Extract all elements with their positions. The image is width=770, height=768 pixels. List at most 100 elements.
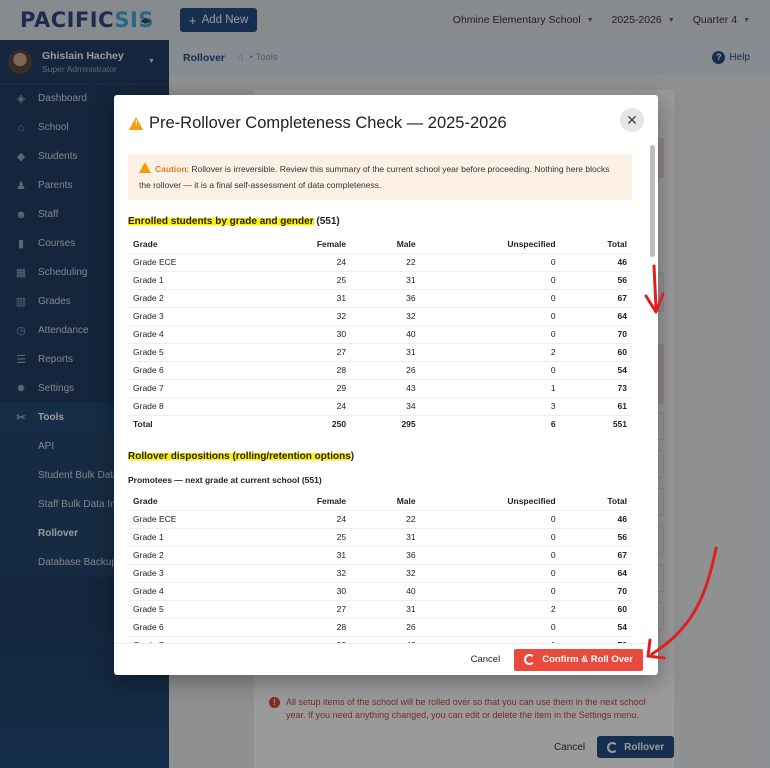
table-row: Grade 5 27 31 2 60 [128,342,632,361]
table-cell: 0 [420,252,561,271]
table-cell: 1 [420,378,561,397]
table-cell: 32 [351,563,421,582]
table-row: Grade 4 30 40 0 70 [128,324,632,343]
table-cell: 0 [420,509,561,528]
table-cell: 22 [351,252,421,271]
table-row: Grade 8 24 34 3 61 [128,396,632,415]
table-cell: 0 [420,581,561,600]
table-cell: Grade 3 [128,306,257,325]
confirm-roll-over-button[interactable]: Confirm & Roll Over [514,648,643,671]
table-cell: 67 [560,288,632,307]
modal-scrollbar[interactable] [650,145,655,257]
table-cell: 0 [420,563,561,582]
cancel-button[interactable]: Cancel [471,654,501,665]
table-cell: 34 [351,396,421,415]
column-header: Grade [133,238,158,249]
table-cell: 60 [560,599,632,618]
column-header: Unspecified [507,495,556,506]
table-cell: Grade 2 [128,545,257,564]
table-cell: Grade 6 [128,617,257,636]
table-cell: 54 [560,617,632,636]
table-cell: 31 [351,342,421,361]
table-cell: 64 [560,306,632,325]
table-cell: 27 [256,342,352,361]
table-cell: 0 [420,306,561,325]
table-cell: Grade ECE [128,509,257,528]
table-cell: 24 [256,509,352,528]
table-cell: 40 [351,324,421,343]
table-cell: Grade 3 [128,563,257,582]
table-cell: 29 [256,378,352,397]
table-row: Grade 1 25 31 0 56 [128,527,632,546]
warning-icon [129,116,143,130]
table-cell: 24 [256,252,352,271]
pre-rollover-modal: Pre-Rollover Completeness Check — 2025-2… [114,95,658,675]
table-cell: 43 [351,635,421,643]
table-cell: 0 [420,545,561,564]
promotees-table: Grade Female Male Unspecified Total Grade EC… [128,492,632,643]
close-icon: ✕ [626,112,638,128]
table-cell: 28 [256,617,352,636]
close-button[interactable]: ✕ [620,108,644,132]
caution-banner: Caution: Rollover is irreversible. Revie… [128,154,632,200]
table-cell: 54 [560,360,632,379]
table-cell: 22 [351,509,421,528]
table-cell: 0 [420,324,561,343]
table-cell: 43 [351,378,421,397]
enrolled-section-title: Enrolled students by grade and gender (5… [128,216,340,227]
table-cell: Grade 6 [128,360,257,379]
table-cell: 73 [560,378,632,397]
table-cell: 30 [256,581,352,600]
table-header-row: Grade Female Male Unspecified Total [128,235,632,253]
table-cell: 24 [256,396,352,415]
table-cell: Grade 2 [128,288,257,307]
table-cell: 1 [420,635,561,643]
modal-title: Pre-Rollover Completeness Check — 2025-2… [149,113,507,132]
modal-header: Pre-Rollover Completeness Check — 2025-2… [114,95,658,151]
table-cell: 70 [560,581,632,600]
table-cell: 46 [560,509,632,528]
column-header: Grade [133,495,158,506]
table-cell: 32 [351,306,421,325]
column-header: Unspecified [507,238,556,249]
table-row: Grade 6 28 26 0 54 [128,360,632,379]
table-cell: 0 [420,527,561,546]
table-cell: 0 [420,360,561,379]
table-cell: 0 [420,617,561,636]
table-cell: Grade 7 [128,635,257,643]
table-cell: 67 [560,545,632,564]
table-cell: 29 [256,635,352,643]
table-cell: 56 [560,527,632,546]
table-row: Grade 1 25 31 0 56 [128,270,632,289]
table-cell: Grade 7 [128,378,257,397]
column-header: Female [316,495,347,506]
column-header: Male [396,495,416,506]
table-cell: Grade 5 [128,599,257,618]
column-header: Total [607,495,627,506]
table-cell: Grade 4 [128,581,257,600]
table-cell: 26 [351,617,421,636]
table-cell: 295 [351,414,421,433]
modal-body[interactable]: Caution: Rollover is irreversible. Revie… [114,151,646,643]
table-cell: 31 [351,599,421,618]
table-cell: 27 [256,599,352,618]
table-cell: 36 [351,288,421,307]
table-row: Grade 72943173 [128,378,632,397]
table-cell: 26 [351,360,421,379]
table-cell: 46 [560,252,632,271]
modal-footer: Cancel Confirm & Roll Over [114,643,658,675]
table-row: Grade ECE 24 22 0 46 [128,252,632,271]
table-row: Grade 3 32 32 0 64 [128,563,632,582]
table-cell: 2 [420,599,561,618]
table-cell: 31 [351,527,421,546]
table-cell: 31 [256,288,352,307]
table-cell: Grade 1 [128,527,257,546]
table-cell: 6 [420,414,561,433]
table-header-row: Grade Female Male Unspecified Total [128,492,632,510]
table-row: Total 250 295 6 551 [128,414,632,433]
table-cell: Grade 5 [128,342,257,361]
column-header: Total [607,238,627,249]
column-header: Female [316,238,347,249]
column-header: Male [396,238,416,249]
table-row: Grade 72943173 [128,635,632,643]
